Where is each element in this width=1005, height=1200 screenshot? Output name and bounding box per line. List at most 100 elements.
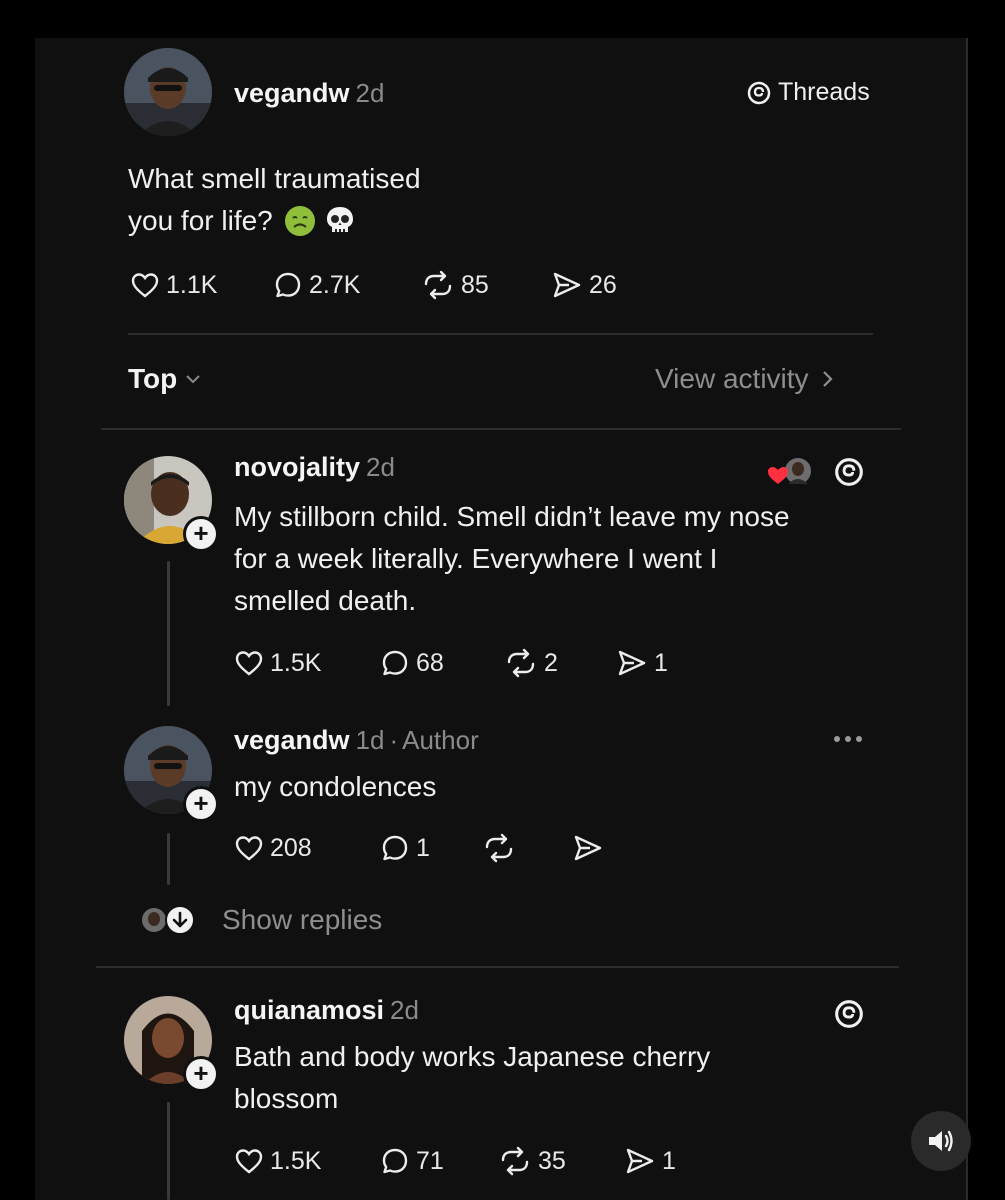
threads-logo-icon[interactable]	[833, 998, 865, 1030]
divider	[101, 428, 901, 430]
comment-text-line: Bath and body works Japanese cherry	[234, 1041, 711, 1072]
repost-icon	[485, 833, 513, 863]
like-button[interactable]: 1.1K	[130, 270, 273, 300]
threads-brand[interactable]: Threads	[746, 78, 870, 107]
threads-logo-icon[interactable]	[833, 456, 865, 488]
share-button[interactable]: 1	[624, 1146, 676, 1176]
post-text-line: What smell traumatised	[128, 163, 421, 194]
share-button[interactable]: 26	[551, 270, 617, 300]
repost-count: 85	[461, 270, 489, 299]
share-count: 1	[654, 648, 668, 677]
comment-time: 2d	[366, 452, 395, 482]
share-count: 1	[662, 1146, 676, 1175]
follow-plus-button[interactable]: +	[183, 516, 219, 552]
comment-username[interactable]: novojality	[234, 452, 360, 482]
repost-button[interactable]: 2	[504, 648, 616, 678]
speaker-icon	[929, 1130, 953, 1152]
reply-button[interactable]: 2.7K	[273, 270, 421, 300]
comment-text: My stillborn child. Smell didn’t leave m…	[234, 496, 790, 622]
threads-logo-icon	[747, 81, 771, 104]
comment-time: 1d	[355, 725, 385, 755]
threads-brand-label: Threads	[778, 78, 870, 106]
post-header: vegandw 2d	[234, 78, 384, 109]
chevron-down-icon	[186, 375, 200, 384]
comment-actions: 1.5K 71 35 1	[234, 1146, 676, 1176]
send-icon	[574, 835, 602, 861]
repost-icon	[507, 648, 535, 678]
comment-text-line: smelled death.	[234, 585, 417, 616]
comment-text-line: for a week literally. Everywhere I went …	[234, 543, 718, 574]
send-icon	[553, 272, 581, 298]
comment-text: my condolences	[234, 766, 436, 808]
comment-actions: 208 1	[234, 833, 610, 863]
view-activity-label: View activity	[655, 363, 809, 394]
repost-button[interactable]: 35	[498, 1146, 624, 1176]
speech-bubble-icon	[382, 835, 408, 861]
like-count: 208	[270, 833, 312, 862]
like-button[interactable]: 1.5K	[234, 1146, 380, 1176]
comment-header: novojality 2d	[234, 452, 395, 483]
view-activity-link[interactable]: View activity	[655, 363, 835, 395]
repost-icon	[424, 270, 452, 300]
post-time: 2d	[355, 78, 385, 108]
threads-panel: vegandw 2d Threads What smell traumatised…	[35, 38, 968, 1200]
repost-count: 35	[538, 1146, 566, 1175]
reply-button[interactable]: 1	[380, 833, 482, 863]
thread-line	[167, 561, 170, 706]
chevron-right-icon	[822, 371, 833, 387]
post-text-line: you for life?	[128, 205, 273, 236]
reply-count: 1	[416, 833, 430, 862]
like-button[interactable]: 1.5K	[234, 648, 380, 678]
comment-header: quianamosi 2d	[234, 995, 419, 1026]
comment-username[interactable]: quianamosi	[234, 995, 384, 1025]
divider	[128, 333, 873, 335]
follow-plus-button[interactable]: +	[183, 1056, 219, 1092]
comment-time: 2d	[390, 995, 419, 1025]
heart-icon	[235, 836, 263, 861]
nauseated-face-icon	[284, 206, 315, 236]
heart-icon	[235, 651, 263, 676]
show-replies-label: Show replies	[222, 904, 383, 935]
post-actions: 1.1K 2.7K 85 26	[130, 270, 617, 300]
red-heart-icon	[768, 467, 788, 484]
reply-count: 68	[416, 648, 444, 677]
comment-text-line: blossom	[234, 1083, 339, 1114]
comment-header: vegandw 1d · Author	[234, 725, 479, 756]
share-button[interactable]	[572, 833, 610, 863]
repost-button[interactable]	[482, 833, 572, 863]
comment-username[interactable]: vegandw	[234, 725, 350, 755]
divider	[96, 966, 899, 968]
meta-separator: ·	[389, 725, 399, 755]
post-text: What smell traumatised you for life?	[128, 158, 421, 242]
speech-bubble-icon	[275, 272, 301, 298]
like-button[interactable]: 208	[234, 833, 380, 863]
heart-icon	[235, 1149, 263, 1174]
more-options-icon[interactable]	[831, 732, 865, 746]
repost-count: 2	[544, 648, 558, 677]
share-count: 26	[589, 270, 617, 299]
avatar[interactable]	[124, 48, 212, 136]
repost-button[interactable]: 85	[421, 270, 551, 300]
reply-count: 71	[416, 1146, 444, 1175]
repost-icon	[501, 1146, 529, 1176]
comment-text-line: my condolences	[234, 771, 437, 802]
reply-button[interactable]: 68	[380, 648, 504, 678]
sort-dropdown[interactable]: Top	[128, 363, 201, 395]
audio-toggle-button[interactable]	[911, 1111, 971, 1171]
thread-line	[167, 833, 170, 885]
panel-edge	[966, 38, 968, 1200]
speech-bubble-icon	[382, 1148, 408, 1174]
reply-button[interactable]: 71	[380, 1146, 498, 1176]
send-icon	[618, 650, 646, 676]
show-replies-button[interactable]: Show replies	[138, 904, 382, 936]
sort-label: Top	[128, 363, 178, 394]
heart-icon	[131, 273, 159, 298]
comment-actions: 1.5K 68 2 1	[234, 648, 668, 678]
post-username[interactable]: vegandw	[234, 78, 350, 108]
share-button[interactable]: 1	[616, 648, 668, 678]
liked-by-author-indicator[interactable]	[766, 454, 816, 490]
speech-bubble-icon	[382, 650, 408, 676]
reply-avatars-icon	[140, 905, 195, 935]
follow-plus-button[interactable]: +	[183, 786, 219, 822]
reply-count: 2.7K	[309, 270, 361, 299]
